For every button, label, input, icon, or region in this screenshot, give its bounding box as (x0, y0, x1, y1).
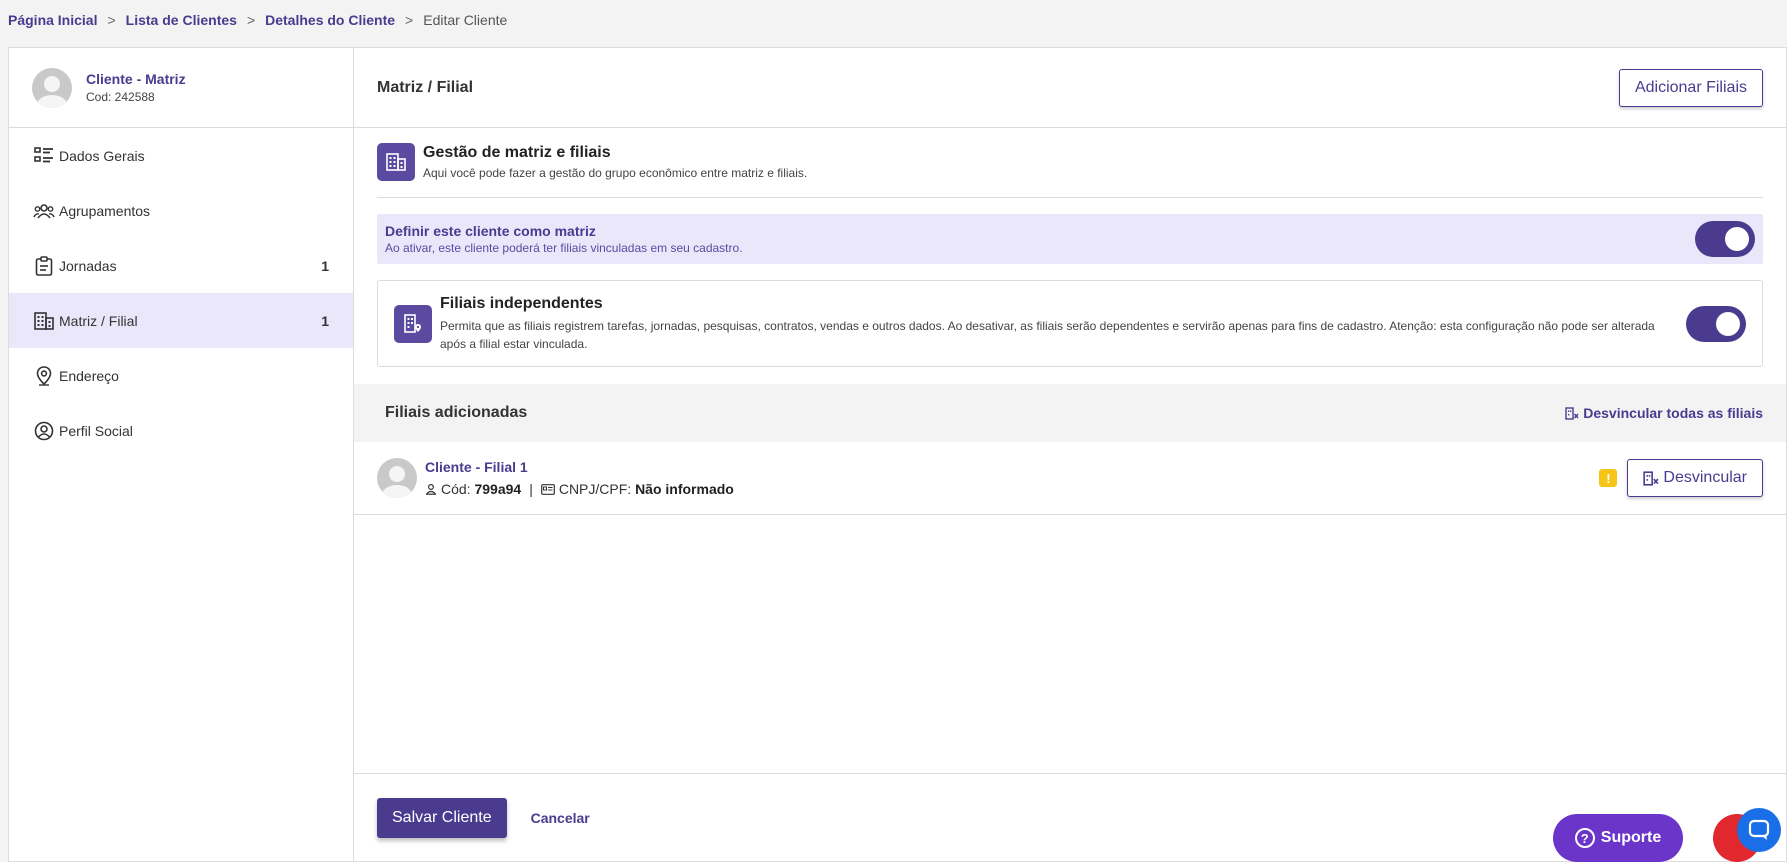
client-edit-frame: Cliente - Matriz Cod: 242588 Dados Gerai… (8, 47, 1787, 862)
page-title: Matriz / Filial (377, 78, 474, 96)
profile-code: Cod: 242588 (86, 90, 155, 104)
breadcrumb-home[interactable]: Página Inicial (8, 12, 97, 28)
management-title: Gestão de matriz e filiais (423, 144, 611, 161)
independent-branches-toggle[interactable] (1686, 305, 1746, 342)
avatar (377, 458, 417, 498)
sidebar-item-badge: 1 (321, 312, 329, 329)
sidebar-item-endereco[interactable]: Endereço (9, 348, 353, 403)
sidebar-item-badge: 1 (321, 257, 329, 274)
chat-button[interactable] (1737, 808, 1781, 852)
sidebar-item-matriz-filial[interactable]: Matriz / Filial 1 (9, 293, 353, 348)
toggle-knob (1725, 227, 1749, 251)
sidebar: Cliente - Matriz Cod: 242588 Dados Gerai… (9, 48, 354, 861)
independent-branches-description: Permita que as filiais registrem tarefas… (440, 318, 1655, 351)
sidebar-item-label: Endereço (59, 367, 119, 384)
location-pin-icon (33, 365, 55, 387)
avatar (32, 67, 72, 108)
building-icon (377, 143, 415, 181)
warning-icon[interactable]: ! (1599, 469, 1618, 487)
building-pin-icon (394, 304, 432, 343)
meta-separator: | (529, 481, 533, 497)
branch-name[interactable]: Cliente - Filial 1 (425, 459, 1599, 475)
sidebar-item-label: Jornadas (59, 257, 117, 274)
chat-icon (1748, 819, 1770, 840)
unlink-all-label: Desvincular todas as filiais (1583, 405, 1763, 421)
sidebar-item-agrupamentos[interactable]: Agrupamentos (9, 183, 353, 238)
cancel-button[interactable]: Cancelar (531, 810, 590, 826)
person-icon (426, 483, 436, 495)
add-branches-button[interactable]: Adicionar Filiais (1618, 68, 1763, 107)
matrix-option-text: Definir este cliente como matriz Ao ativ… (385, 223, 743, 255)
sidebar-item-dados-gerais[interactable]: Dados Gerais (9, 128, 353, 183)
breadcrumb-separator: > (107, 12, 116, 28)
branch-meta: Cód: 799a94 | CNPJ/CPF: Não informado (425, 481, 1599, 497)
support-label: Suporte (1600, 829, 1662, 846)
management-text: Gestão de matriz e filiais Aqui você pod… (423, 144, 807, 180)
profile-text: Cliente - Matriz Cod: 242588 (86, 71, 186, 104)
help-icon: ? (1574, 828, 1595, 848)
building-unlink-icon (1643, 470, 1659, 486)
sidebar-item-perfil-social[interactable]: Perfil Social (9, 403, 353, 458)
building-unlink-icon (1565, 406, 1579, 420)
sidebar-item-label: Agrupamentos (59, 202, 151, 219)
profile-name: Cliente - Matriz (86, 71, 186, 87)
branch-doc-label: CNPJ/CPF: (558, 481, 632, 497)
divider (377, 197, 1763, 198)
independent-branches-text: Filiais independentes Permita que as fil… (440, 295, 1686, 353)
matrix-option: Definir este cliente como matriz Ao ativ… (377, 214, 1763, 264)
support-button[interactable]: ? Suporte (1553, 814, 1683, 862)
matrix-option-title: Definir este cliente como matriz (385, 223, 596, 239)
breadcrumb-current: Editar Cliente (423, 12, 508, 28)
unlink-all-branches-button[interactable]: Desvincular todas as filiais (1565, 405, 1763, 421)
management-header: Gestão de matriz e filiais Aqui você pod… (354, 128, 1786, 181)
branch-doc: Não informado (635, 481, 734, 497)
sidebar-item-label: Perfil Social (59, 422, 133, 439)
main-panel: Matriz / Filial Adicionar Filiais Gestão… (354, 48, 1786, 861)
sidebar-item-jornadas[interactable]: Jornadas 1 (9, 238, 353, 293)
management-description: Aqui você pode fazer a gestão do grupo e… (423, 166, 808, 180)
group-icon (33, 200, 55, 222)
list-icon (33, 145, 55, 167)
unlink-branch-button[interactable]: Desvincular (1627, 459, 1763, 497)
branch-code-label: Cód: (441, 481, 471, 497)
breadcrumb-separator: > (246, 12, 256, 28)
id-card-icon (540, 483, 555, 495)
independent-branches-option: Filiais independentes Permita que as fil… (377, 280, 1763, 367)
independent-branches-title: Filiais independentes (440, 294, 603, 312)
save-client-button[interactable]: Salvar Cliente (377, 797, 507, 838)
matrix-option-description: Ao ativar, este cliente poderá ter filia… (385, 241, 743, 255)
toggle-knob (1716, 311, 1740, 336)
user-circle-icon (33, 420, 55, 442)
unlink-branch-label: Desvincular (1663, 469, 1747, 486)
sidebar-item-label: Dados Gerais (59, 147, 145, 164)
client-profile: Cliente - Matriz Cod: 242588 (9, 48, 353, 128)
breadcrumb-separator: > (405, 12, 414, 28)
main-header: Matriz / Filial Adicionar Filiais (354, 48, 1786, 128)
branch-code: 799a94 (474, 481, 522, 497)
building-icon (33, 310, 55, 332)
branches-header: Filiais adicionadas Desvincular todas as… (354, 384, 1786, 442)
clipboard-icon (33, 255, 55, 277)
sidebar-item-label: Matriz / Filial (59, 312, 138, 329)
breadcrumb-client-details[interactable]: Detalhes do Cliente (265, 12, 395, 28)
branch-row: Cliente - Filial 1 Cód: 799a94 | CNPJ/CP… (354, 442, 1786, 515)
matrix-toggle[interactable] (1695, 221, 1755, 257)
branch-info: Cliente - Filial 1 Cód: 799a94 | CNPJ/CP… (425, 459, 1599, 497)
breadcrumb-client-list[interactable]: Lista de Clientes (126, 12, 237, 28)
breadcrumb: Página Inicial > Lista de Clientes > Det… (8, 0, 507, 40)
branches-title: Filiais adicionadas (385, 404, 528, 421)
